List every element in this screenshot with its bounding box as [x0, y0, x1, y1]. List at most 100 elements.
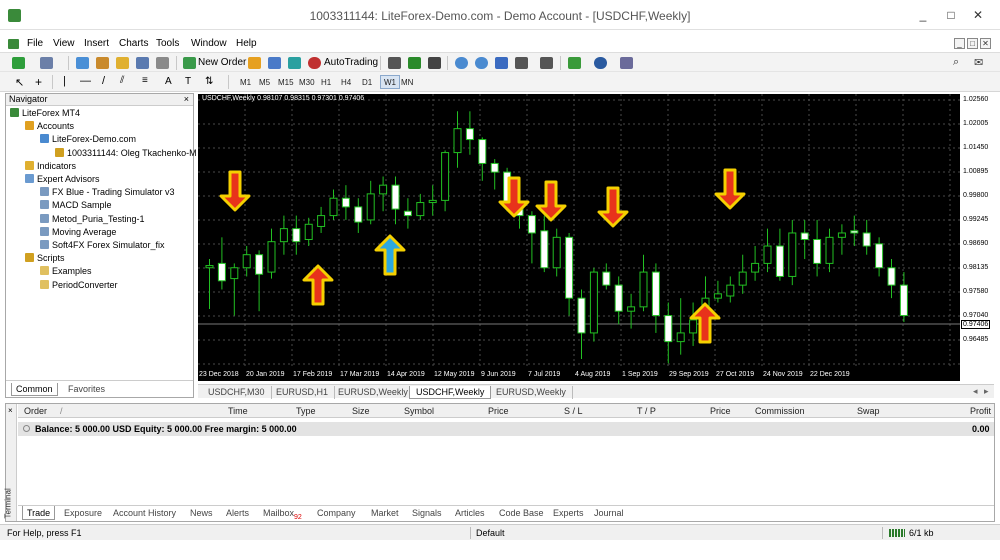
tf-m1[interactable]: M1: [240, 78, 251, 87]
terminal-tab-alerts[interactable]: Alerts: [222, 506, 253, 520]
nav-tab-favorites[interactable]: Favorites: [64, 383, 109, 396]
nav-item[interactable]: Examples: [40, 265, 92, 277]
col-swap[interactable]: Swap: [857, 406, 880, 416]
terminal-tab-signals[interactable]: Signals: [408, 506, 446, 520]
nav-item[interactable]: Expert Advisors: [25, 173, 100, 185]
autotrading-icon[interactable]: [308, 57, 321, 69]
label-icon[interactable]: T: [185, 76, 191, 87]
terminal-tab-market[interactable]: Market: [367, 506, 403, 520]
metaeditor-icon[interactable]: [248, 57, 261, 69]
terminal-tab-mailbox[interactable]: Mailbox92: [259, 506, 306, 521]
periods-icon[interactable]: [594, 57, 607, 69]
mdi-minimize-button[interactable]: _: [954, 38, 965, 49]
tf-m30[interactable]: M30: [299, 78, 315, 87]
nav-item[interactable]: PeriodConverter: [40, 279, 118, 291]
chart-tab-eurusd-h1[interactable]: EURUSD,H1: [270, 386, 336, 399]
chart-tab-eurusd-weekly-2[interactable]: EURUSD,Weekly: [490, 386, 573, 399]
navigator-icon[interactable]: [116, 57, 129, 69]
nav-item[interactable]: Scripts: [25, 252, 65, 264]
terminal-tab-experts[interactable]: Experts: [549, 506, 588, 520]
col-order[interactable]: Order: [24, 406, 47, 416]
nav-item[interactable]: FX Blue - Trading Simulator v3: [40, 186, 175, 198]
col-symbol[interactable]: Symbol: [404, 406, 434, 416]
vertical-line-icon[interactable]: |: [63, 75, 66, 87]
nav-item[interactable]: 1003311144: Oleg Tkachenko-M: [55, 147, 197, 159]
nav-item[interactable]: Metod_Puria_Testing-1: [40, 213, 145, 225]
strategy-tester-icon[interactable]: [156, 57, 169, 69]
tf-d1[interactable]: D1: [362, 78, 372, 87]
cursor-icon[interactable]: ↖: [15, 76, 24, 89]
tabs-scroll-right-icon[interactable]: ▸: [984, 386, 989, 397]
col-price[interactable]: Price: [488, 406, 509, 416]
tf-h1[interactable]: H1: [321, 78, 331, 87]
text-icon[interactable]: A: [165, 76, 172, 87]
fibonacci-icon[interactable]: ≡: [142, 75, 148, 86]
tf-m5[interactable]: M5: [259, 78, 270, 87]
nav-item[interactable]: LiteForex MT4: [10, 107, 80, 119]
menu-charts[interactable]: Charts: [119, 38, 148, 49]
autotrading-button[interactable]: AutoTrading: [324, 57, 378, 68]
zoom-out-icon[interactable]: [475, 57, 488, 69]
col-profit[interactable]: Profit: [970, 406, 991, 416]
navigator-close-icon[interactable]: ×: [184, 94, 189, 105]
chat-icon[interactable]: ✉: [974, 56, 983, 69]
terminal-close-icon[interactable]: ×: [8, 406, 13, 415]
market-watch-icon[interactable]: [76, 57, 89, 69]
tf-h4[interactable]: H4: [341, 78, 351, 87]
terminal-icon[interactable]: [136, 57, 149, 69]
col-type[interactable]: Type: [296, 406, 316, 416]
menu-window[interactable]: Window: [191, 38, 227, 49]
templates-icon[interactable]: [620, 57, 633, 69]
new-order-button[interactable]: New Order: [198, 57, 246, 68]
nav-item[interactable]: Moving Average: [40, 226, 116, 238]
terminal-tab-codebase[interactable]: Code Base: [495, 506, 548, 520]
nav-item[interactable]: MACD Sample: [40, 199, 112, 211]
arrows-icon[interactable]: ⇅: [205, 76, 213, 87]
tabs-scroll-left-icon[interactable]: ◂: [973, 386, 978, 397]
mdi-close-button[interactable]: ✕: [980, 38, 991, 49]
terminal-tab-articles[interactable]: Articles: [451, 506, 489, 520]
col-price-current[interactable]: Price: [710, 406, 731, 416]
bar-chart-icon[interactable]: [388, 57, 401, 69]
new-chart-icon[interactable]: [12, 57, 25, 69]
terminal-tab-journal[interactable]: Journal: [590, 506, 628, 520]
col-time[interactable]: Time: [228, 406, 248, 416]
terminal-tab-exposure[interactable]: Exposure: [60, 506, 106, 520]
nav-item[interactable]: LiteForex-Demo.com: [40, 133, 136, 145]
terminal-tab-account-history[interactable]: Account History: [109, 506, 180, 520]
chart-shift-icon[interactable]: [540, 57, 553, 69]
tf-w1[interactable]: W1: [380, 75, 400, 89]
terminal-tab-trade[interactable]: Trade: [22, 506, 56, 520]
chart-tab-usdchf-m30[interactable]: USDCHF,M30: [202, 386, 272, 399]
maximize-button[interactable]: □: [938, 5, 964, 25]
nav-item[interactable]: Accounts: [25, 120, 74, 132]
price-chart[interactable]: USDCHF,Weekly 0.98107 0.98315 0.97301 0.…: [198, 94, 960, 381]
trendline-icon[interactable]: /: [102, 75, 105, 87]
col-sl[interactable]: S / L: [564, 406, 583, 416]
close-button[interactable]: ✕: [965, 5, 991, 25]
terminal-tab-company[interactable]: Company: [313, 506, 360, 520]
menu-file[interactable]: File: [27, 38, 43, 49]
chart-tab-eurusd-weekly[interactable]: EURUSD,Weekly: [332, 386, 415, 399]
line-chart-icon[interactable]: [428, 57, 441, 69]
chart-tab-usdchf-weekly[interactable]: USDCHF,Weekly: [409, 386, 492, 399]
channel-icon[interactable]: ⫽: [120, 75, 124, 86]
tf-mn[interactable]: MN: [401, 78, 413, 87]
col-size[interactable]: Size: [352, 406, 370, 416]
indicators-icon[interactable]: [568, 57, 581, 69]
col-commission[interactable]: Commission: [755, 406, 805, 416]
new-order-icon[interactable]: [183, 57, 196, 69]
crosshair-icon[interactable]: +: [35, 75, 42, 89]
menu-insert[interactable]: Insert: [84, 38, 109, 49]
minimize-button[interactable]: _: [910, 5, 936, 25]
col-tp[interactable]: T / P: [637, 406, 656, 416]
menu-help[interactable]: Help: [236, 38, 257, 49]
nav-item[interactable]: Soft4FX Forex Simulator_fix: [40, 239, 165, 251]
horizontal-line-icon[interactable]: —: [80, 75, 91, 87]
mdi-restore-button[interactable]: □: [967, 38, 978, 49]
candlestick-icon[interactable]: [408, 57, 421, 69]
profiles-icon[interactable]: [40, 57, 53, 69]
nav-item[interactable]: Indicators: [25, 160, 76, 172]
tile-windows-icon[interactable]: [495, 57, 508, 69]
signals-icon[interactable]: [268, 57, 281, 69]
